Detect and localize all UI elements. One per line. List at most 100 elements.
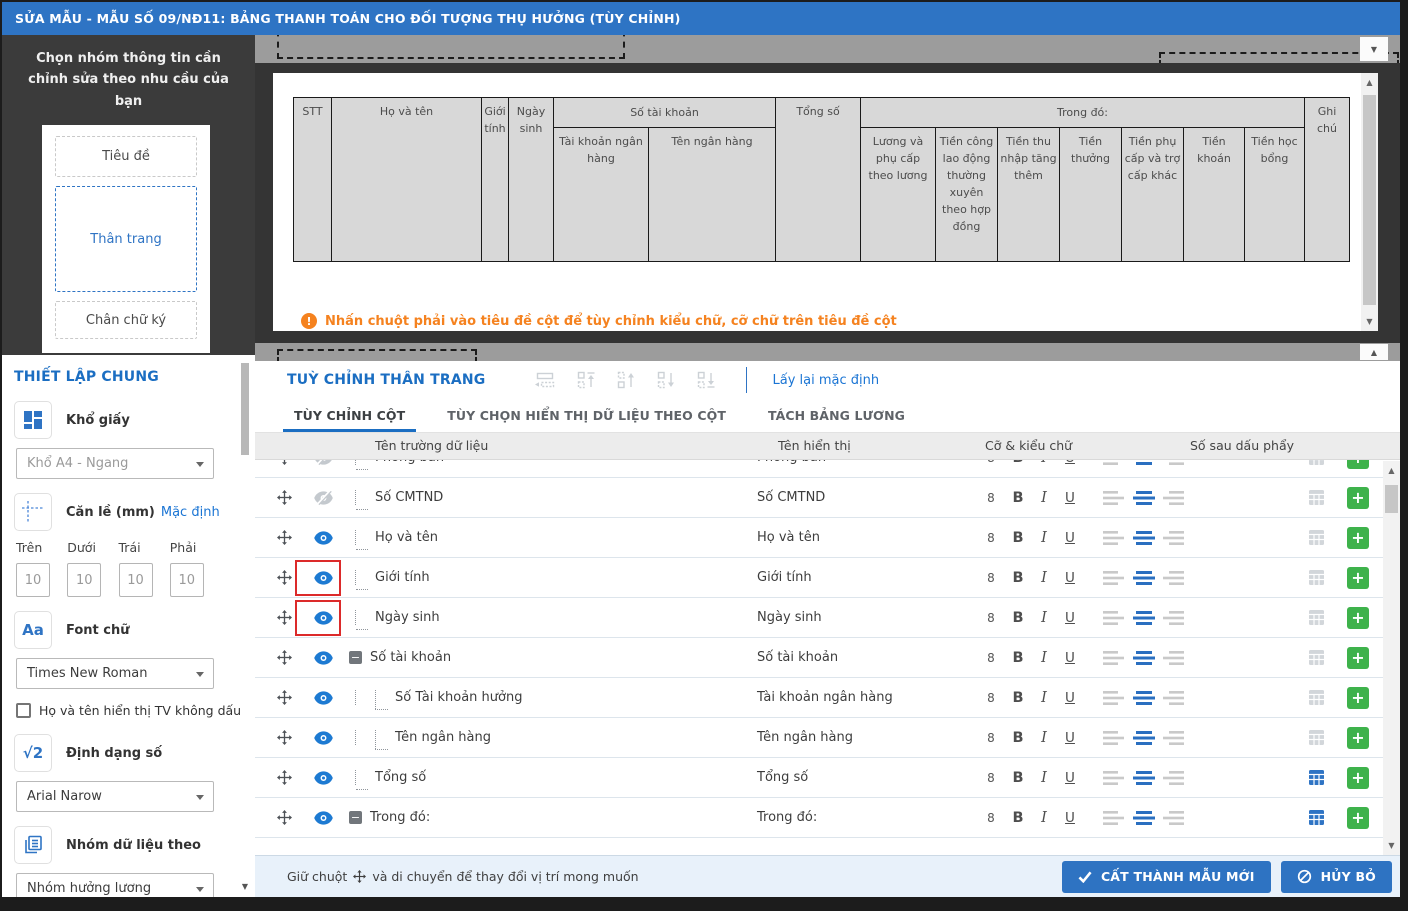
align-right-icon[interactable] [1159,690,1189,706]
preview-col-ngay-sinh[interactable]: Ngày sinh [509,98,554,262]
align-center-icon[interactable] [1129,650,1159,666]
align-center-icon[interactable] [1129,460,1159,466]
sum-table-icon[interactable] [1296,460,1336,466]
sum-table-icon[interactable] [1296,609,1336,626]
preview-subcol[interactable]: Tiền phụ cấp và trợ cấp khác [1122,128,1184,262]
sidebar-scroll-down-icon[interactable]: ▼ [240,882,250,891]
align-left-icon[interactable] [1099,460,1129,466]
font-size-value[interactable]: 8 [977,731,1005,745]
reset-default-link[interactable]: Lấy lại mặc định [773,373,880,388]
underline-button[interactable]: U [1057,810,1083,826]
preview-subcol[interactable]: Lương và phụ cấp theo lương [861,128,936,262]
add-column-button[interactable]: + [1347,727,1369,749]
align-right-icon[interactable] [1159,530,1189,546]
align-left-icon[interactable] [1099,530,1129,546]
preview-scrollbar[interactable]: ▲ ▼ [1361,73,1378,331]
align-right-icon[interactable] [1159,810,1189,826]
align-center-icon[interactable] [1129,730,1159,746]
cancel-button[interactable]: HỦY BỎ [1281,861,1392,893]
scroll-up-icon[interactable]: ▲ [1361,78,1378,87]
align-right-icon[interactable] [1159,490,1189,506]
sidebar-scrollbar-thumb[interactable] [241,363,249,455]
sum-table-icon[interactable] [1296,649,1336,666]
visibility-toggle[interactable] [301,731,345,745]
add-column-button[interactable]: + [1347,460,1369,469]
visibility-toggle[interactable] [301,611,345,625]
customize-tab[interactable]: TÙY CHỈNH CỘT [273,399,426,432]
preview-scroll-down-button[interactable]: ▼ [1360,37,1388,61]
paper-size-select[interactable]: Khổ A4 - Ngang [16,448,214,479]
align-right-icon[interactable] [1159,730,1189,746]
preview-col-ten-ngan-hang[interactable]: Tên ngân hàng [649,128,776,262]
row-display-name[interactable]: Ngày sinh [737,610,977,625]
align-left-icon[interactable] [1099,810,1129,826]
bold-button[interactable]: B [1005,460,1031,466]
underline-button[interactable]: U [1057,730,1083,746]
align-left-icon[interactable] [1099,610,1129,626]
add-column-button[interactable]: + [1347,807,1369,829]
bold-button[interactable]: B [1005,690,1031,706]
align-left-icon[interactable] [1099,730,1129,746]
page-section-button[interactable]: Tiêu đề [55,136,197,177]
add-column-button[interactable]: + [1347,647,1369,669]
add-column-button[interactable]: + [1347,687,1369,709]
align-center-icon[interactable] [1129,810,1159,826]
collapse-icon[interactable]: − [349,811,362,824]
align-center-icon[interactable] [1129,530,1159,546]
underline-button[interactable]: U [1057,610,1083,626]
underline-button[interactable]: U [1057,460,1083,466]
italic-button[interactable]: I [1031,770,1057,786]
group-data-select[interactable]: Nhóm hưởng lương [16,873,214,897]
scroll-down-icon[interactable]: ▼ [1383,841,1400,850]
add-column-button[interactable]: + [1347,767,1369,789]
preview-scroll-up-button[interactable]: ▲ [1360,344,1388,360]
font-size-value[interactable]: 8 [977,611,1005,625]
save-as-new-template-button[interactable]: CẤT THÀNH MẪU MỚI [1062,861,1271,893]
margin-input[interactable]: 10 [16,563,50,597]
align-center-icon[interactable] [1129,770,1159,786]
add-column-button[interactable]: + [1347,567,1369,589]
align-center-icon[interactable] [1129,610,1159,626]
rows-scrollbar[interactable]: ▲ ▼ [1383,461,1400,855]
customize-tab[interactable]: TÙY CHỌN HIỂN THỊ DỮ LIỆU THEO CỘT [426,399,747,432]
italic-button[interactable]: I [1031,460,1057,466]
underline-button[interactable]: U [1057,650,1083,666]
drag-handle-icon[interactable] [267,730,301,745]
customize-tab[interactable]: TÁCH BẢNG LƯƠNG [747,399,926,432]
no-accent-checkbox[interactable] [16,703,31,718]
drag-handle-icon[interactable] [267,530,301,545]
preview-col-tai-khoan-ngan-hang[interactable]: Tài khoản ngân hàng [554,128,649,262]
align-left-icon[interactable] [1099,650,1129,666]
add-column-button[interactable]: + [1347,607,1369,629]
bold-button[interactable]: B [1005,810,1031,826]
drag-handle-icon[interactable] [267,690,301,705]
italic-button[interactable]: I [1031,530,1057,546]
row-display-name[interactable]: Tổng số [737,770,977,785]
preview-col-ho-va-ten[interactable]: Họ và tên [332,98,482,262]
align-center-icon[interactable] [1129,570,1159,586]
visibility-toggle[interactable] [301,811,345,825]
font-size-value[interactable]: 8 [977,691,1005,705]
visibility-toggle[interactable] [301,531,345,545]
preview-col-ghi-chu[interactable]: Ghi chú [1305,98,1350,262]
bold-button[interactable]: B [1005,770,1031,786]
font-size-value[interactable]: 8 [977,460,1005,465]
visibility-toggle[interactable] [301,571,345,585]
move-down-icon[interactable] [656,370,676,390]
underline-button[interactable]: U [1057,490,1083,506]
italic-button[interactable]: I [1031,490,1057,506]
scroll-down-icon[interactable]: ▼ [1361,317,1378,326]
align-left-icon[interactable] [1099,690,1129,706]
bold-button[interactable]: B [1005,530,1031,546]
sum-table-icon[interactable] [1296,489,1336,506]
move-top-icon[interactable] [576,370,596,390]
sum-table-icon[interactable] [1296,769,1336,786]
row-display-name[interactable]: Số CMTND [737,490,977,505]
align-right-icon[interactable] [1159,570,1189,586]
drag-handle-icon[interactable] [267,460,301,465]
align-left-icon[interactable] [1099,570,1129,586]
italic-button[interactable]: I [1031,810,1057,826]
preview-col-gioi-tinh[interactable]: Giới tính [482,98,509,262]
number-format-select[interactable]: Arial Narow [16,781,214,812]
sidebar-scrollbar[interactable]: ▼ [240,363,250,893]
